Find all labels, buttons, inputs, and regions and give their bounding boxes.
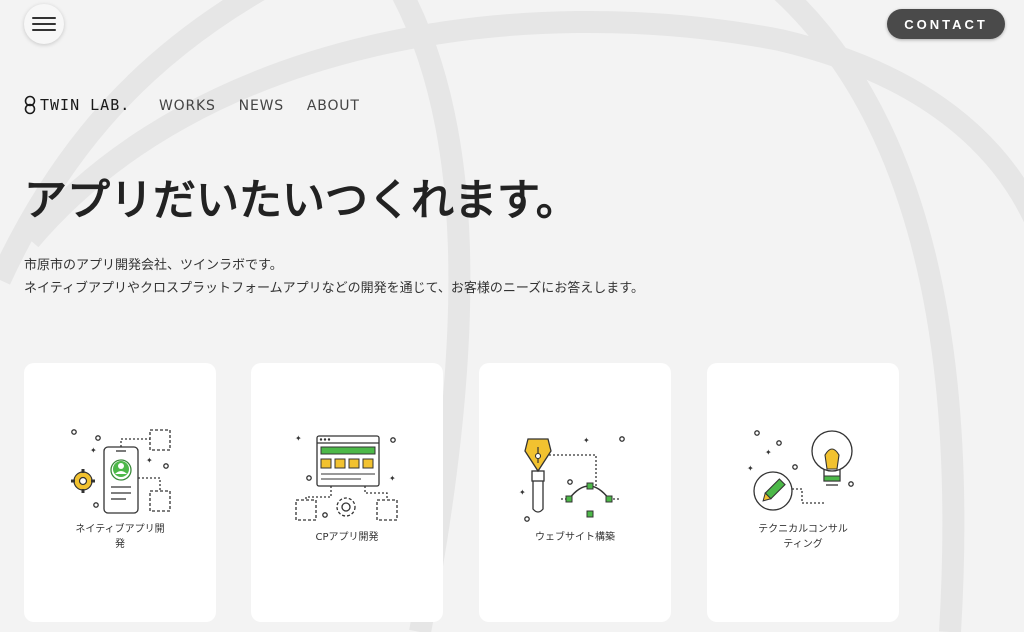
service-card-consulting[interactable]: ✦ ✦ テクニカルコンサル ティング: [707, 363, 899, 622]
site-logo[interactable]: TWIN LAB.: [24, 95, 130, 115]
service-label-line-2: 発: [115, 539, 125, 550]
nav-item-about[interactable]: ABOUT: [307, 98, 360, 114]
svg-text:✦: ✦: [295, 434, 302, 443]
browser-window-icon: ✦ ✦: [295, 434, 398, 521]
svg-text:✦: ✦: [519, 488, 526, 497]
contact-button[interactable]: CONTACT: [887, 9, 1005, 39]
smartphone-icon: ✦ ✦: [71, 429, 171, 514]
service-label-line-1: CPアプリ開発: [315, 532, 379, 543]
svg-text:✦: ✦: [146, 456, 153, 465]
service-card-cp-app[interactable]: ✦ ✦ CPアプリ開発: [251, 363, 443, 622]
hero-headline: アプリだいたいつくれます。: [24, 176, 579, 226]
lead-line-2: ネイティブアプリやクロスプラットフォームアプリなどの開発を通じて、お客様のニーズ…: [24, 281, 644, 296]
svg-text:✦: ✦: [765, 448, 772, 457]
service-card-label: テクニカルコンサル ティング: [707, 522, 899, 552]
service-card-native-app[interactable]: ✦ ✦ ネイティブアプリ開 発: [24, 363, 216, 622]
svg-text:✦: ✦: [389, 474, 396, 483]
lightbulb-icon: ✦ ✦: [747, 430, 854, 511]
service-card-website[interactable]: ✦ ✦ ウェブサイト構築: [479, 363, 671, 622]
hamburger-icon: [32, 17, 56, 31]
service-card-label: ネイティブアプリ開 発: [24, 522, 216, 552]
service-label-line-1: ウェブサイト構築: [535, 532, 615, 543]
service-label-line-1: ネイティブアプリ開: [75, 524, 165, 535]
lead-line-1: 市原市のアプリ開発会社、ツインラボです。: [24, 258, 283, 273]
service-card-label: CPアプリ開発: [251, 530, 443, 545]
nav-item-works[interactable]: WORKS: [159, 98, 216, 114]
twin-rings-logo-icon: [24, 95, 36, 115]
hamburger-menu-button[interactable]: [24, 4, 64, 44]
hero-lead: 市原市のアプリ開発会社、ツインラボです。 ネイティブアプリやクロスプラットフォー…: [24, 254, 644, 300]
service-label-line-2: ティング: [783, 539, 823, 550]
logo-wordmark: TWIN LAB.: [40, 96, 131, 114]
service-card-label: ウェブサイト構築: [479, 530, 671, 545]
nav-item-news[interactable]: NEWS: [239, 98, 284, 114]
service-label-line-1: テクニカルコンサル: [758, 524, 848, 535]
svg-text:✦: ✦: [747, 464, 754, 473]
main-nav: WORKS NEWS ABOUT: [159, 98, 360, 114]
svg-text:✦: ✦: [90, 446, 97, 455]
svg-text:✦: ✦: [583, 436, 590, 445]
landing-page: CONTACT TWIN LAB. WORKS NEWS ABOUT アプリだい…: [0, 0, 1024, 632]
pen-tool-icon: ✦ ✦: [519, 436, 625, 522]
